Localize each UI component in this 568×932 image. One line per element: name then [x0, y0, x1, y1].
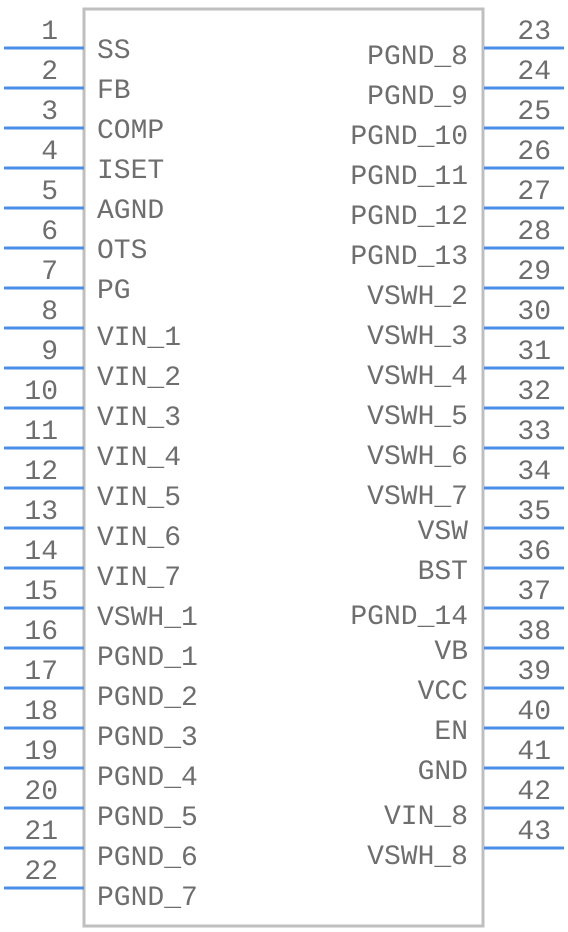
- pin-number: 19: [24, 737, 58, 768]
- pin-label: AGND: [97, 196, 164, 227]
- pin-number: 40: [517, 697, 551, 728]
- pin-label: PGND_6: [97, 843, 198, 874]
- pin-number: 21: [24, 817, 58, 848]
- pin-number: 11: [24, 417, 58, 448]
- pin-number: 35: [517, 497, 551, 528]
- pin-label: VIN_3: [97, 403, 181, 434]
- pin-label: PGND_9: [367, 82, 468, 113]
- pin-label: VSWH_2: [367, 282, 468, 313]
- pin-label: PGND_1: [97, 643, 198, 674]
- pin-number: 22: [24, 857, 58, 888]
- pin-number: 16: [24, 617, 58, 648]
- pin-label: FB: [97, 76, 131, 107]
- pin-label: VIN_5: [97, 483, 181, 514]
- pin-label: PGND_5: [97, 803, 198, 834]
- pin-number: 23: [517, 17, 551, 48]
- pin-number: 29: [517, 257, 551, 288]
- pin-label: VB: [434, 637, 468, 668]
- pin-label: ISET: [97, 156, 164, 187]
- pin-label: PGND_8: [367, 42, 468, 73]
- pin-label: PGND_13: [350, 242, 468, 273]
- pin-label: VIN_1: [97, 323, 181, 354]
- pin-number: 34: [517, 457, 551, 488]
- pin-label: COMP: [97, 116, 164, 147]
- pin-label: VCC: [418, 677, 468, 708]
- pin-label: VIN_6: [97, 523, 181, 554]
- pin-label: PGND_11: [350, 162, 468, 193]
- pin-number: 3: [41, 97, 58, 128]
- pin-number: 20: [24, 777, 58, 808]
- pin-label: PGND_2: [97, 683, 198, 714]
- pin-number: 14: [24, 537, 58, 568]
- pin-label: OTS: [97, 236, 147, 267]
- pin-number: 4: [41, 137, 58, 168]
- pin-number: 17: [24, 657, 58, 688]
- pin-number: 5: [41, 177, 58, 208]
- pin-label: VSW: [418, 517, 469, 548]
- pin-number: 13: [24, 497, 58, 528]
- pin-label: SS: [97, 36, 131, 67]
- pin-number: 39: [517, 657, 551, 688]
- pin-number: 26: [517, 137, 551, 168]
- pin-number: 31: [517, 337, 551, 368]
- pin-label: PGND_4: [97, 763, 198, 794]
- pin-label: VIN_8: [384, 802, 468, 833]
- pin-number: 32: [517, 377, 551, 408]
- pin-number: 1: [41, 17, 58, 48]
- pin-number: 18: [24, 697, 58, 728]
- pin-label: VIN_2: [97, 363, 181, 394]
- pin-label: PGND_3: [97, 723, 198, 754]
- pin-number: 36: [517, 537, 551, 568]
- pin-label: VSWH_5: [367, 402, 468, 433]
- pin-label: PGND_10: [350, 122, 468, 153]
- pin-number: 9: [41, 337, 58, 368]
- pin-label: VIN_7: [97, 563, 181, 594]
- pin-number: 33: [517, 417, 551, 448]
- pin-number: 37: [517, 577, 551, 608]
- pin-number: 28: [517, 217, 551, 248]
- pin-number: 24: [517, 57, 551, 88]
- pin-label: EN: [434, 717, 468, 748]
- pin-label: PGND_7: [97, 883, 198, 914]
- pin-number: 41: [517, 737, 551, 768]
- pin-label: VSWH_8: [367, 842, 468, 873]
- pin-label: VSWH_4: [367, 362, 468, 393]
- pin-label: BST: [418, 557, 468, 588]
- pin-label: PG: [97, 276, 131, 307]
- pin-label: VIN_4: [97, 443, 181, 474]
- pin-label: PGND_12: [350, 202, 468, 233]
- pin-number: 12: [24, 457, 58, 488]
- pin-label: VSWH_3: [367, 322, 468, 353]
- pin-number: 15: [24, 577, 58, 608]
- pin-number: 10: [24, 377, 58, 408]
- schematic-symbol: 1 SS 2 FB 3 COMP 4 ISET 5 AGND 6 OTS 7 PG 8 VIN_1 9 VIN_2…: [4, 7, 564, 928]
- pin-number: 7: [41, 257, 58, 288]
- pin-number: 25: [517, 97, 551, 128]
- pin-number: 6: [41, 217, 58, 248]
- pin-label: VSWH_7: [367, 482, 468, 513]
- pin-number: 38: [517, 617, 551, 648]
- pin-number: 8: [41, 297, 58, 328]
- pin-number: 2: [41, 57, 58, 88]
- pin-number: 27: [517, 177, 551, 208]
- pin-number: 42: [517, 777, 551, 808]
- pin-label: VSWH_1: [97, 603, 198, 634]
- pin-label: PGND_14: [350, 602, 468, 633]
- pin-number: 43: [517, 817, 551, 848]
- pin-label: GND: [418, 757, 468, 788]
- pin-number: 30: [517, 297, 551, 328]
- pin-label: VSWH_6: [367, 442, 468, 473]
